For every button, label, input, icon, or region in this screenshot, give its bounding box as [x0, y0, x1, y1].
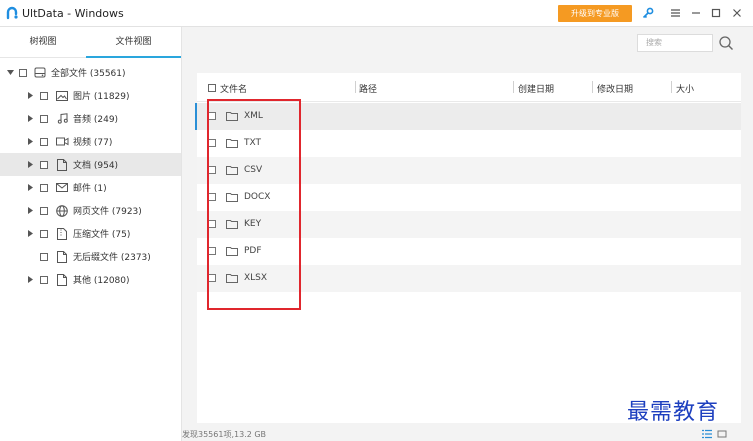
column-size[interactable]: 大小 [676, 82, 694, 95]
file-type-tree: 全部文件 (35561) 图片 (11829) 音频 (249) 视频 (77)… [0, 61, 181, 291]
column-name[interactable]: 文件名 [220, 82, 247, 95]
search-icon[interactable] [718, 35, 734, 51]
music-icon [55, 113, 69, 125]
column-header: 文件名 路径 创建日期 修改日期 大小 [197, 73, 741, 102]
tree-checkbox[interactable] [40, 114, 48, 123]
tree-item-label: 文档 (954) [73, 161, 119, 171]
tree-checkbox[interactable] [40, 275, 48, 284]
drive-icon [33, 67, 47, 79]
tree-checkbox[interactable] [19, 68, 27, 77]
tree-item-video[interactable]: 视频 (77) [0, 130, 181, 153]
globe-icon [55, 204, 69, 217]
tree-item-label: 网页文件 (7923) [73, 207, 142, 217]
document-icon [55, 158, 69, 171]
grid-view-icon[interactable] [717, 429, 727, 439]
tree-checkbox[interactable] [40, 183, 48, 192]
close-icon[interactable] [729, 5, 745, 21]
tree-checkbox[interactable] [40, 137, 48, 146]
tree-item-label: 压缩文件 (75) [73, 230, 131, 240]
mail-icon [55, 182, 69, 194]
watermark-text: 最需教育 [627, 400, 720, 425]
expand-right-icon[interactable] [25, 229, 35, 239]
app-title: UltData - Windows [22, 7, 124, 20]
column-separator [355, 81, 356, 93]
list-view-icon[interactable] [702, 429, 712, 439]
tree-item-label: 图片 (11829) [73, 92, 130, 102]
tree-item-audio[interactable]: 音频 (249) [0, 107, 181, 130]
tab-file-view[interactable]: 文件视图 [86, 27, 181, 58]
tree-checkbox[interactable] [40, 206, 48, 215]
tree-item-label: 音频 (249) [73, 115, 119, 125]
tab-tree-view[interactable]: 树视图 [0, 27, 86, 58]
view-tabs: 树视图 文件视图 [0, 27, 181, 58]
tree-checkbox[interactable] [40, 160, 48, 169]
column-created[interactable]: 创建日期 [518, 82, 554, 95]
tree-item-archives[interactable]: 压缩文件 (75) [0, 222, 181, 245]
tree-item-label: 无后缀文件 (2373) [73, 253, 151, 263]
tree-item-no-extension[interactable]: 无后缀文件 (2373) [0, 245, 181, 268]
title-bar: UltData - Windows 升级到专业版 [0, 0, 753, 27]
archive-icon [55, 227, 69, 240]
expand-down-icon[interactable] [5, 68, 15, 78]
column-separator [671, 81, 672, 93]
expand-right-icon[interactable] [25, 183, 35, 193]
tree-item-label: 全部文件 (35561) [51, 69, 126, 79]
status-text: 发现35561项,13.2 GB [182, 430, 267, 439]
maximize-icon[interactable] [708, 5, 724, 21]
column-modified[interactable]: 修改日期 [597, 82, 633, 95]
expand-right-icon[interactable] [25, 114, 35, 124]
file-icon [55, 250, 69, 263]
column-path[interactable]: 路径 [359, 82, 377, 95]
tree-checkbox[interactable] [40, 252, 48, 261]
tree-item-documents[interactable]: 文档 (954) [0, 153, 181, 176]
video-icon [55, 136, 69, 148]
tree-item-all[interactable]: 全部文件 (35561) [0, 61, 181, 84]
menu-icon[interactable] [667, 5, 683, 21]
expand-right-icon[interactable] [25, 160, 35, 170]
image-icon [55, 90, 69, 102]
tree-item-images[interactable]: 图片 (11829) [0, 84, 181, 107]
expand-right-icon[interactable] [25, 137, 35, 147]
app-logo-icon [6, 6, 18, 20]
status-bar: 发现35561项,13.2 GB [182, 428, 753, 441]
tree-item-other[interactable]: 其他 (12080) [0, 268, 181, 291]
expand-right-icon[interactable] [25, 206, 35, 216]
tree-item-label: 其他 (12080) [73, 276, 130, 286]
tree-item-web[interactable]: 网页文件 (7923) [0, 199, 181, 222]
minimize-icon[interactable] [688, 5, 704, 21]
tree-item-label: 邮件 (1) [73, 184, 107, 194]
search-input[interactable]: 搜索 [637, 34, 713, 52]
tree-item-mail[interactable]: 邮件 (1) [0, 176, 181, 199]
column-separator [592, 81, 593, 93]
upgrade-button[interactable]: 升级到专业版 [558, 5, 632, 22]
annotation-highlight-box [207, 99, 301, 310]
key-icon[interactable] [640, 5, 656, 21]
tree-checkbox[interactable] [40, 229, 48, 238]
tree-checkbox[interactable] [40, 91, 48, 100]
column-separator [513, 81, 514, 93]
file-icon [55, 273, 69, 286]
selection-indicator [195, 103, 197, 130]
expand-right-icon[interactable] [25, 275, 35, 285]
tree-item-label: 视频 (77) [73, 138, 113, 148]
expand-right-icon[interactable] [25, 91, 35, 101]
select-all-checkbox[interactable] [208, 84, 216, 92]
